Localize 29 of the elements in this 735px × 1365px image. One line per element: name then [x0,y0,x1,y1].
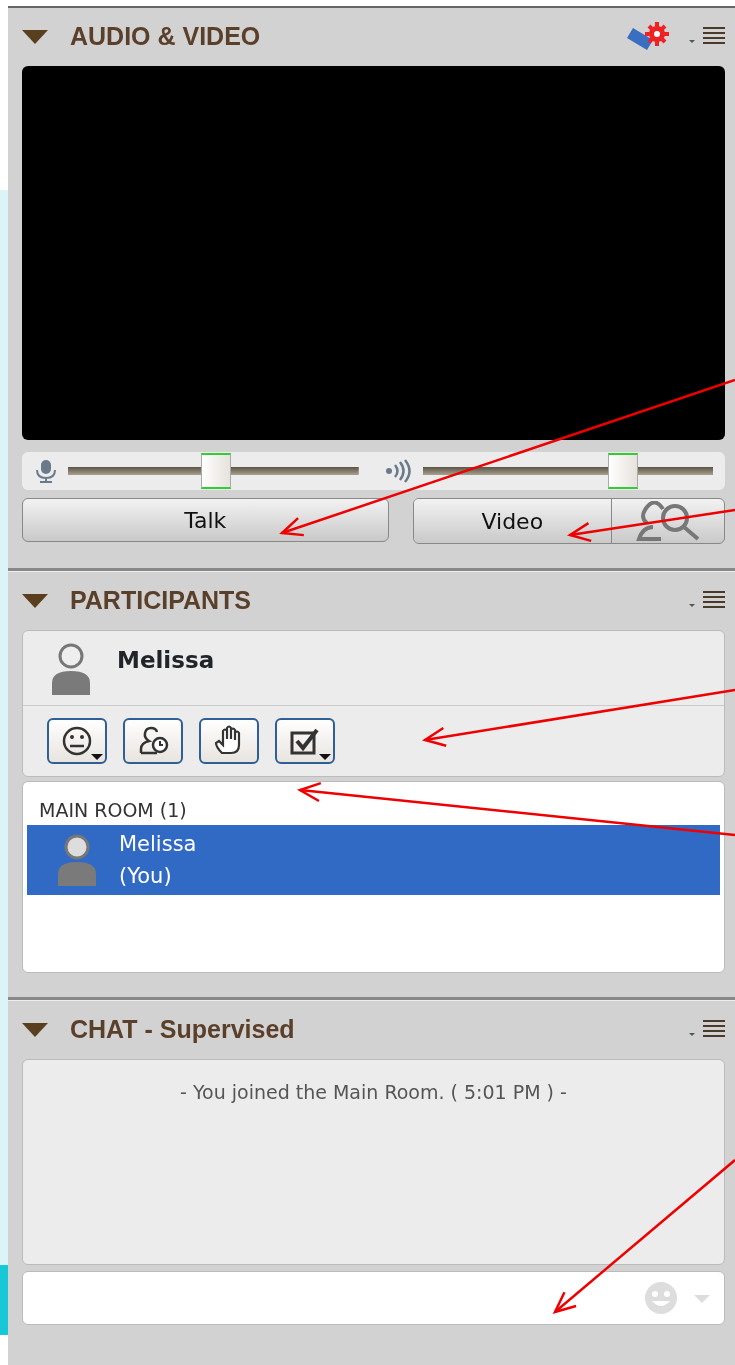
participant-note: (You) [119,862,173,890]
away-button[interactable] [123,718,183,764]
collapse-icon[interactable] [22,1023,48,1037]
participant-name: Melissa [119,830,197,858]
talk-button[interactable]: Talk [22,498,389,542]
settings-icon[interactable] [625,22,671,52]
person-clock-icon [137,725,169,757]
caret-icon [319,754,331,760]
speaker-icon [384,459,413,483]
video-button[interactable]: Video [413,499,612,543]
chat-input[interactable] [22,1271,725,1325]
collapse-icon[interactable] [22,30,48,44]
collapse-icon[interactable] [22,594,48,608]
section-title: AUDIO & VIDEO [70,21,261,53]
smiley-icon [61,725,93,757]
chat-message: - You joined the Main Room. ( 5:01 PM ) - [179,1080,568,1105]
caret-icon [91,754,103,760]
section-title: PARTICIPANTS [70,585,252,617]
slider-thumb[interactable] [607,453,638,489]
microphone-icon [34,458,58,484]
room-label: MAIN ROOM (1) [39,798,187,823]
user-name: Melissa [117,646,215,675]
section-title: CHAT - Supervised [70,1014,295,1046]
raise-hand-button[interactable] [199,718,259,764]
user-avatar [49,641,93,697]
slider-thumb[interactable] [201,453,232,489]
participant-row[interactable]: Melissa (You) [27,824,720,895]
status-emoticon-button[interactable] [47,718,107,764]
poll-button[interactable] [275,718,335,764]
